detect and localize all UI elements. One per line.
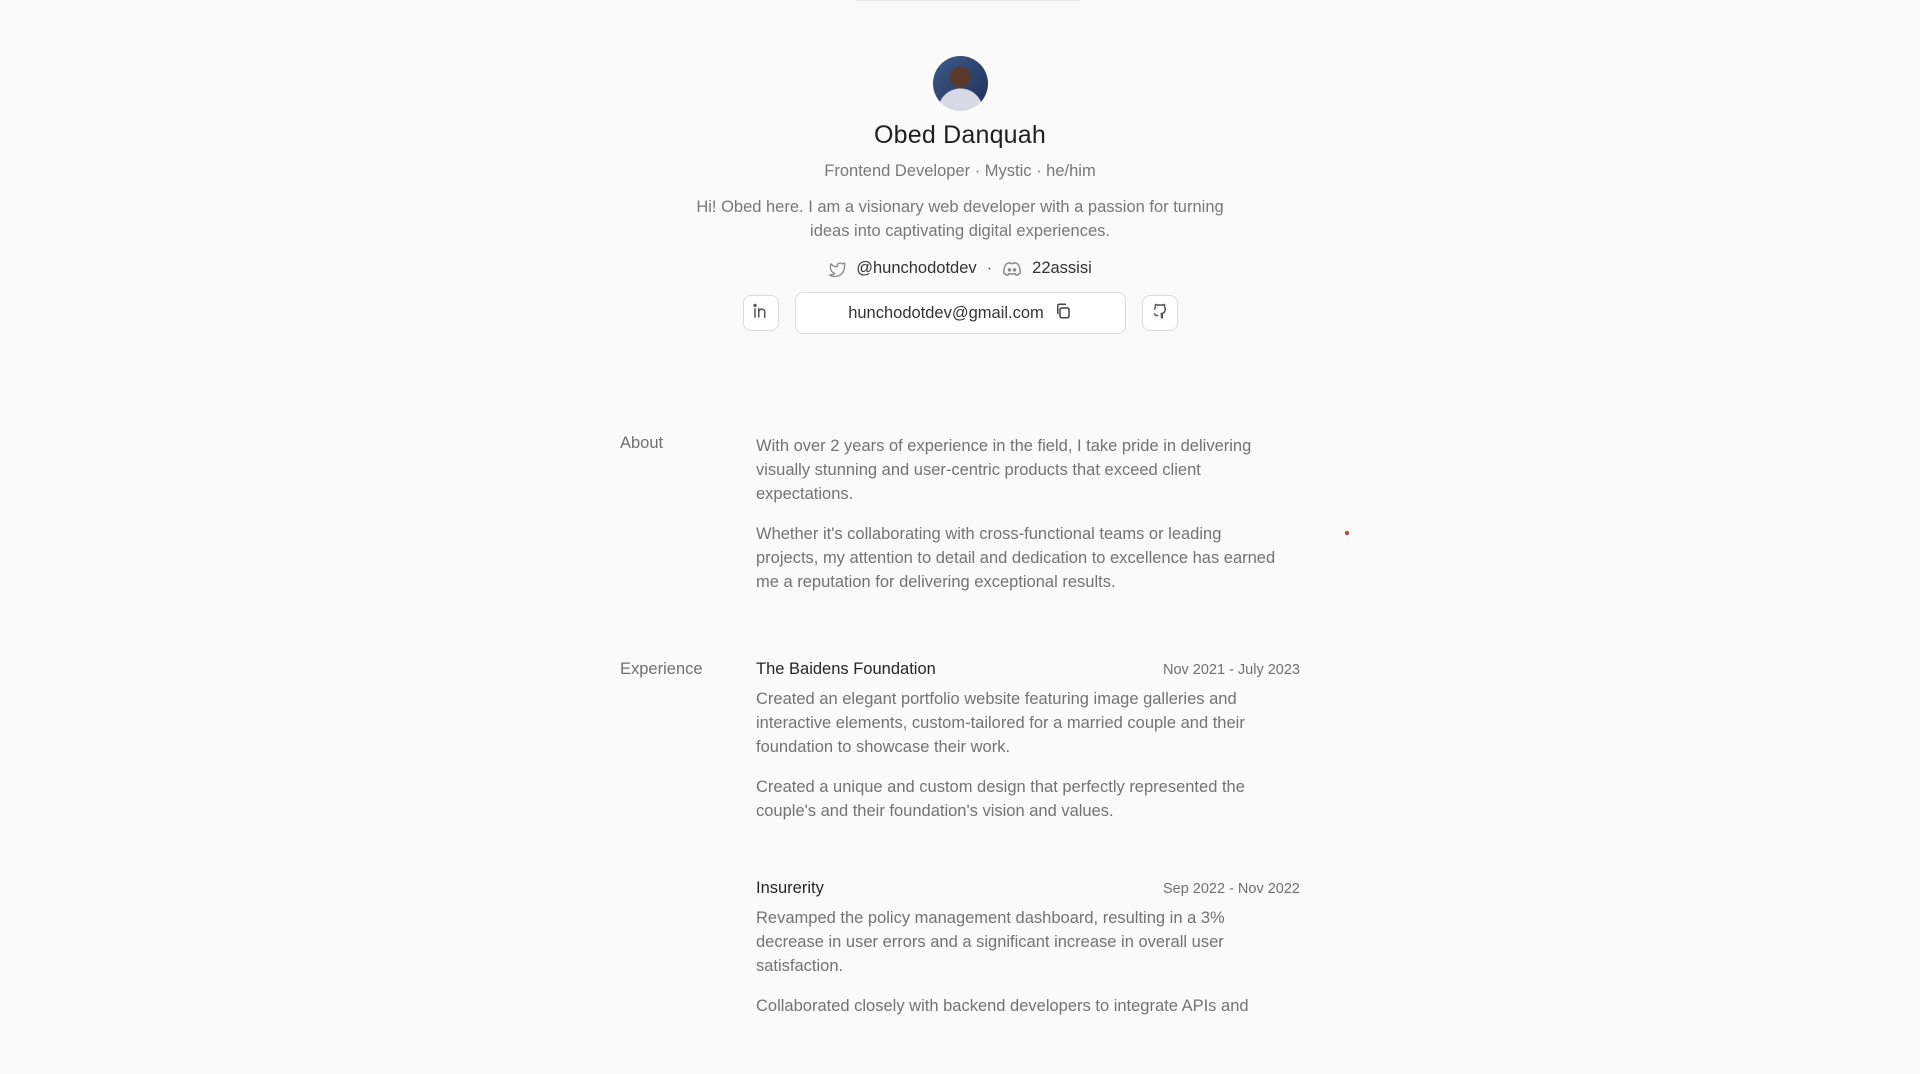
experience-label: Experience [620, 660, 703, 678]
job-description: Created an elegant portfolio website fea… [756, 690, 1245, 756]
job-company: Insurerity [756, 879, 824, 897]
email-address: hunchodotdev@gmail.com [848, 303, 1044, 322]
experience-body: The Baidens Foundation Nov 2021 - July 2… [756, 660, 1300, 1074]
avatar [932, 56, 988, 111]
about-body: With over 2 years of experience in the f… [756, 434, 1300, 610]
job-description: Created a unique and custom design that … [756, 778, 1245, 820]
github-button[interactable] [1141, 295, 1178, 331]
about-paragraph: Whether it's collaborating with cross-fu… [756, 525, 1276, 591]
linkedin-icon [752, 302, 770, 325]
job-entry: The Baidens Foundation Nov 2021 - July 2… [756, 660, 1300, 823]
copy-email-button[interactable]: hunchodotdev@gmail.com [794, 292, 1126, 334]
job-header: Insurerity Sep 2022 - Nov 2022 [756, 879, 1300, 898]
contact-actions: hunchodotdev@gmail.com [0, 292, 1920, 334]
copy-icon [1054, 302, 1072, 325]
twitter-handle-link[interactable]: @hunchodotdev [856, 259, 976, 278]
job-description: Revamped the policy management dashboard… [756, 909, 1225, 975]
job-entry: Insurerity Sep 2022 - Nov 2022 Revamped … [756, 879, 1300, 1018]
discord-icon [1002, 261, 1022, 277]
separator-dot: · [986, 259, 993, 277]
profile-header: Obed Danquah Frontend Developer · Mystic… [0, 56, 1920, 334]
profile-bio: Hi! Obed here. I am a visionary web deve… [696, 198, 1224, 240]
job-description: Collaborated closely with backend develo… [756, 997, 1249, 1015]
job-dates: Sep 2022 - Nov 2022 [1162, 881, 1300, 897]
twitter-icon [828, 261, 846, 277]
social-handles: @hunchodotdev · 22assisi [0, 259, 1920, 278]
profile-name: Obed Danquah [874, 121, 1046, 149]
linkedin-button[interactable] [742, 295, 779, 331]
github-icon [1151, 302, 1169, 325]
job-company: The Baidens Foundation [756, 660, 936, 678]
job-dates: Nov 2021 - July 2023 [1162, 662, 1300, 678]
about-label: About [620, 434, 664, 452]
decorative-dot [1345, 531, 1349, 535]
about-paragraph: With over 2 years of experience in the f… [756, 437, 1252, 503]
profile-subtitle: Frontend Developer · Mystic · he/him [824, 162, 1096, 180]
discord-handle[interactable]: 22assisi [1032, 259, 1092, 278]
top-divider [856, 0, 1080, 1]
job-header: The Baidens Foundation Nov 2021 - July 2… [756, 660, 1300, 679]
